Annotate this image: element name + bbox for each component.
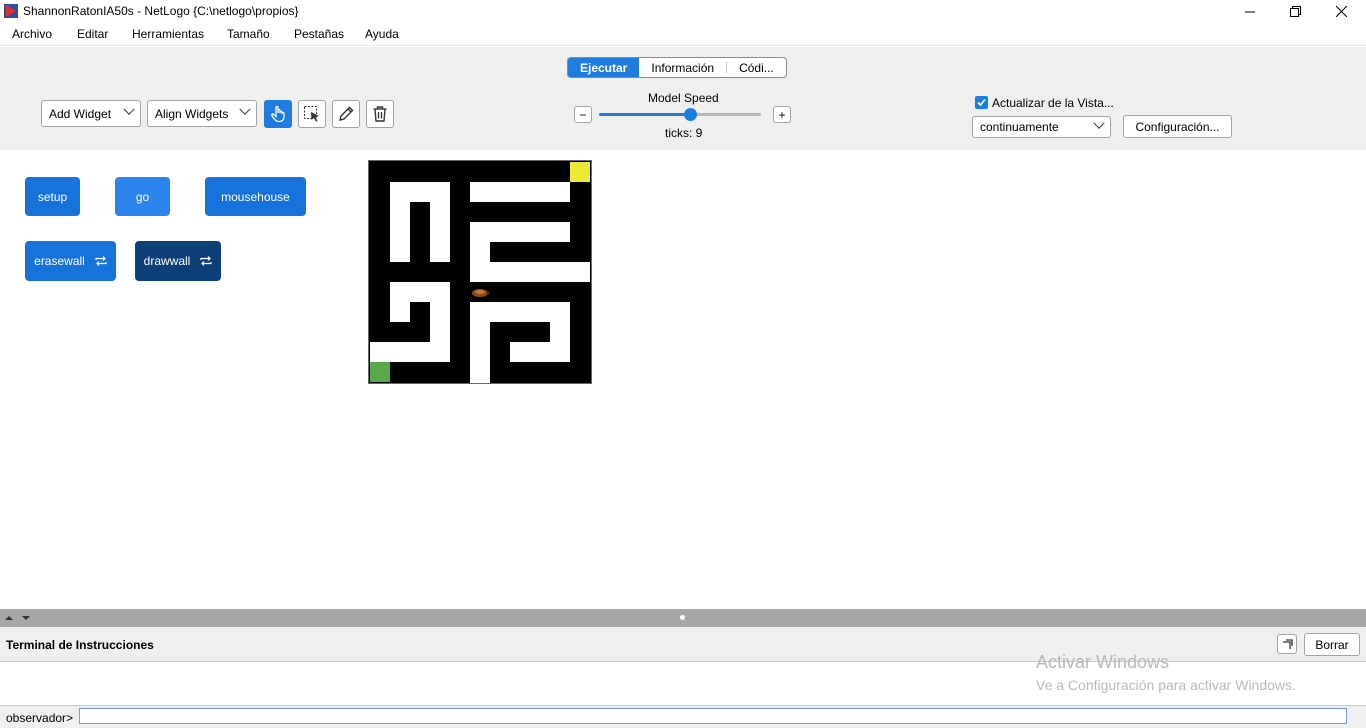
erasewall-button[interactable]: erasewall [25,241,116,281]
ticks-counter: ticks: 9 [665,126,703,140]
activation-watermark-title: Activar Windows [1036,652,1170,672]
pane-splitter[interactable] [0,609,1366,627]
tab-ejecutar[interactable]: Ejecutar [568,58,640,77]
speed-decrease-button[interactable]: − [574,106,592,123]
edit-pencil-icon [339,106,354,121]
maze-grid [369,161,591,383]
go-button[interactable]: go [115,177,170,216]
edit-tool-button[interactable] [332,100,360,128]
model-speed-label: Model Speed [648,91,719,105]
align-widgets-dropdown[interactable]: Align Widgets [147,100,257,127]
menu-tamano[interactable]: Tamaño [227,27,270,41]
title-bar: ShannonRatonIA50s - NetLogo {C:\netlogo\… [0,0,1366,23]
drawwall-button[interactable]: drawwall [135,241,221,281]
netlogo-app-icon [4,4,18,18]
update-view-label: Actualizar de la Vista... [992,96,1114,110]
goal-cell [570,162,590,182]
tab-codigo[interactable]: Códi... [727,58,786,77]
restore-icon[interactable] [1272,0,1318,23]
interact-tool-button[interactable] [264,100,292,128]
chevron-down-icon [123,103,135,115]
popout-button[interactable] [1277,634,1297,654]
settings-button[interactable]: Configuración... [1123,115,1232,138]
delete-trash-icon [373,106,387,122]
close-icon[interactable] [1318,0,1364,23]
checkmark-icon [977,98,986,107]
select-icon [304,106,319,122]
drawwall-button-label: drawwall [143,254,191,268]
mousehouse-button-label: mousehouse [221,189,290,204]
speed-slider-thumb[interactable] [684,108,697,121]
delete-tool-button[interactable] [366,100,394,128]
start-cell [370,362,390,382]
menu-archivo[interactable]: Archivo [12,27,52,41]
go-button-label: go [135,189,150,204]
update-mode-value: continuamente [980,120,1059,134]
chevron-down-icon [239,103,251,115]
align-widgets-label: Align Widgets [155,106,229,121]
splitter-handle[interactable] [680,615,685,620]
menu-bar: Archivo Editar Herramientas Tamaño Pesta… [0,23,1366,46]
toolbar: Ejecutar Información Códi... Add Widget … [0,47,1366,150]
forever-loop-icon [95,255,107,267]
world-view[interactable] [368,160,592,384]
tab-bar: Ejecutar Información Códi... [567,57,787,78]
command-input[interactable] [79,708,1347,724]
clear-button[interactable]: Borrar [1304,633,1360,656]
menu-herramientas[interactable]: Herramientas [132,27,204,41]
window-title: ShannonRatonIA50s - NetLogo {C:\netlogo\… [23,4,299,18]
mousehouse-button[interactable]: mousehouse [205,177,306,216]
setup-button[interactable]: setup [25,177,80,216]
menu-ayuda[interactable]: Ayuda [365,27,399,41]
tab-informacion[interactable]: Información [639,58,726,77]
update-mode-select[interactable]: continuamente [972,116,1111,138]
add-widget-dropdown[interactable]: Add Widget [41,100,141,127]
minimize-icon[interactable] [1227,0,1273,23]
menu-pestanas[interactable]: Pestañas [294,27,344,41]
popout-icon [1282,638,1293,649]
agent-type-prompt[interactable]: observador> [6,711,73,725]
update-view-checkbox[interactable] [975,96,988,109]
collapse-arrows-icon[interactable] [4,614,36,622]
add-widget-label: Add Widget [49,106,112,121]
chevron-down-icon [1093,117,1105,129]
activation-watermark-subtitle: Ve a Configuración para activar Windows. [1036,677,1296,693]
terminal-title: Terminal de Instrucciones [6,638,154,652]
interact-hand-icon [271,105,285,123]
speed-slider-track[interactable] [599,108,761,121]
setup-button-label: setup [37,189,68,204]
speed-increase-button[interactable]: + [773,106,791,123]
menu-editar[interactable]: Editar [77,27,108,41]
speed-slider-fill [599,113,690,116]
erasewall-button-label: erasewall [34,254,85,268]
select-tool-button[interactable] [298,100,326,128]
forever-loop-icon [200,255,212,267]
